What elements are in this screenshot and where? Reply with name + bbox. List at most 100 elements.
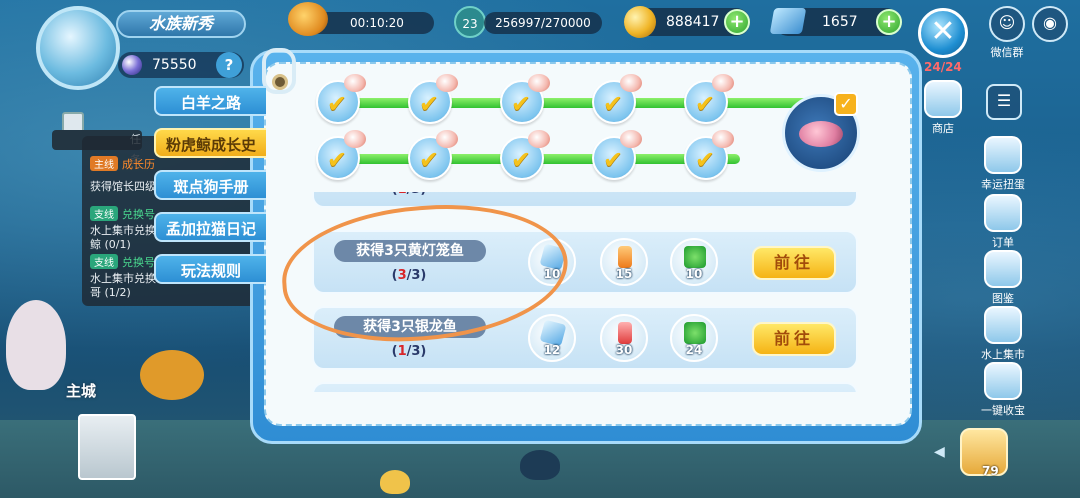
tab-pink-orca[interactable]: 粉虎鲸成长史 xyxy=(154,128,266,158)
encyclopedia-label: 图鉴 xyxy=(992,292,1014,305)
main-city-label[interactable]: 主城 xyxy=(66,380,96,401)
reward-qty: 15 xyxy=(615,267,633,281)
check-icon: ✔ xyxy=(511,90,532,118)
check-icon: ✔ xyxy=(327,90,348,118)
shell-icon xyxy=(436,130,458,148)
task-row xyxy=(312,382,858,392)
task-text: 哥 (1/2) xyxy=(90,286,131,299)
fish-icon xyxy=(436,74,458,92)
gem-value: 1657 xyxy=(822,14,858,30)
progress-node[interactable]: ✔ xyxy=(408,74,458,124)
collect-all-button[interactable]: 一键收宝 xyxy=(980,362,1026,418)
progress-node[interactable]: ✔ xyxy=(592,130,642,180)
task-progress-current: 1 xyxy=(398,192,407,197)
add-gems-button[interactable]: + xyxy=(876,9,902,35)
tab-rules[interactable]: 玩法规则 xyxy=(154,254,266,284)
shell-icon xyxy=(344,74,366,92)
book-icon xyxy=(984,250,1022,288)
progress-node[interactable]: ✔ xyxy=(592,74,642,124)
progress-node[interactable]: ✔ xyxy=(684,130,734,180)
angel-fish-icon xyxy=(712,74,734,92)
coral-decoration xyxy=(520,450,560,480)
lollipop-icon xyxy=(620,130,642,148)
shop-button[interactable]: 商店 xyxy=(920,80,966,136)
gem-icon xyxy=(769,8,807,34)
add-coins-button[interactable]: + xyxy=(724,9,750,35)
clipboard-icon xyxy=(984,194,1022,232)
reward-item[interactable]: 30 xyxy=(600,314,648,362)
check-icon: ✔ xyxy=(327,146,348,174)
progress-node[interactable]: ✔ xyxy=(408,130,458,180)
player-avatar[interactable] xyxy=(36,6,120,90)
check-icon: ✔ xyxy=(419,146,440,174)
pig-icon xyxy=(620,74,642,92)
check-icon: ✔ xyxy=(603,90,624,118)
wechat-group-button[interactable]: ☺ 微信群 xyxy=(984,6,1030,60)
progress-node[interactable]: ✔ xyxy=(316,74,366,124)
pearl-value: 75550 xyxy=(152,57,197,73)
pink-orca-icon xyxy=(799,121,843,147)
check-icon: ✔ xyxy=(603,146,624,174)
coral-decoration xyxy=(380,470,410,494)
hook-pin-icon xyxy=(272,74,288,90)
potion-bottle-icon xyxy=(618,322,632,344)
reward-item[interactable]: 12 xyxy=(528,314,576,362)
coin-value: 888417 xyxy=(666,14,720,30)
arrow-left-icon[interactable]: ◀ xyxy=(934,444,945,460)
menu-grid-button[interactable]: ☰ xyxy=(986,84,1022,120)
task-text: 鲸 (0/1) xyxy=(90,238,131,251)
reward-item[interactable]: 10 xyxy=(670,238,718,286)
check-icon: ✔ xyxy=(695,146,716,174)
clover-icon xyxy=(684,246,706,268)
market-icon xyxy=(984,306,1022,344)
tab-white-sheep[interactable]: 白羊之路 xyxy=(154,86,266,116)
task-text: 获得馆长四级 xyxy=(90,180,156,193)
reward-item[interactable]: 15 xyxy=(600,238,648,286)
progress-node[interactable]: ✔ xyxy=(500,74,550,124)
reward-claimed-icon: ✓ xyxy=(834,92,858,116)
tab-bengal-cat[interactable]: 孟加拉猫日记 xyxy=(154,212,266,242)
task-progress: (1/3) xyxy=(314,192,504,197)
task-progress-total: 3 xyxy=(411,344,421,359)
task-progress-current: 1 xyxy=(397,344,407,359)
storage-drawer[interactable] xyxy=(78,414,136,480)
orders-label: 订单 xyxy=(992,236,1014,249)
help-button[interactable]: ? xyxy=(216,52,242,78)
lucky-gacha-label: 幸运扭蛋 xyxy=(981,178,1025,191)
check-icon: ✔ xyxy=(511,146,532,174)
encyclopedia-button[interactable]: 图鉴 xyxy=(980,250,1026,306)
tab-dalmatian[interactable]: 斑点狗手册 xyxy=(154,170,266,200)
reward-qty: 30 xyxy=(615,343,633,357)
task-text: 兑换号 xyxy=(122,256,155,269)
go-button[interactable]: 前往 xyxy=(752,322,836,356)
fan-icon xyxy=(712,130,734,148)
experience-counter: 256997/270000 xyxy=(484,12,602,34)
progress-node[interactable]: ✔ xyxy=(316,130,366,180)
progress-node[interactable]: ✔ xyxy=(684,74,734,124)
progress-node[interactable]: ✔ xyxy=(500,130,550,180)
camera-button[interactable]: ◉ xyxy=(1032,6,1068,42)
coral-decoration xyxy=(6,300,66,390)
task-tag: 主线 xyxy=(90,156,118,171)
cone-shell-icon xyxy=(528,130,550,148)
check-icon: ✔ xyxy=(419,90,440,118)
orders-button[interactable]: 订单 xyxy=(980,194,1026,250)
task-text: 兑换号 xyxy=(122,208,155,221)
potion-bottle-icon xyxy=(618,246,632,268)
reward-item[interactable]: 24 xyxy=(670,314,718,362)
check-icon: ✔ xyxy=(695,90,716,118)
candy-icon xyxy=(528,74,550,92)
lucky-gacha-button[interactable]: 幸运扭蛋 xyxy=(980,136,1026,192)
task-text: 成长历 xyxy=(122,158,155,171)
pearl-icon xyxy=(122,55,142,75)
level-badge: 23 xyxy=(454,6,486,38)
leaf-icon xyxy=(344,130,366,148)
close-button[interactable]: ✕ xyxy=(918,8,968,58)
close-count: 24/24 xyxy=(924,60,962,74)
player-title: 水族新秀 xyxy=(116,10,246,38)
go-button[interactable]: 前往 xyxy=(752,246,836,280)
reward-qty: 24 xyxy=(685,343,703,357)
water-market-button[interactable]: 水上集市 xyxy=(980,306,1026,362)
task-row: (1/3) xyxy=(312,192,858,208)
shop-label: 商店 xyxy=(932,122,954,135)
